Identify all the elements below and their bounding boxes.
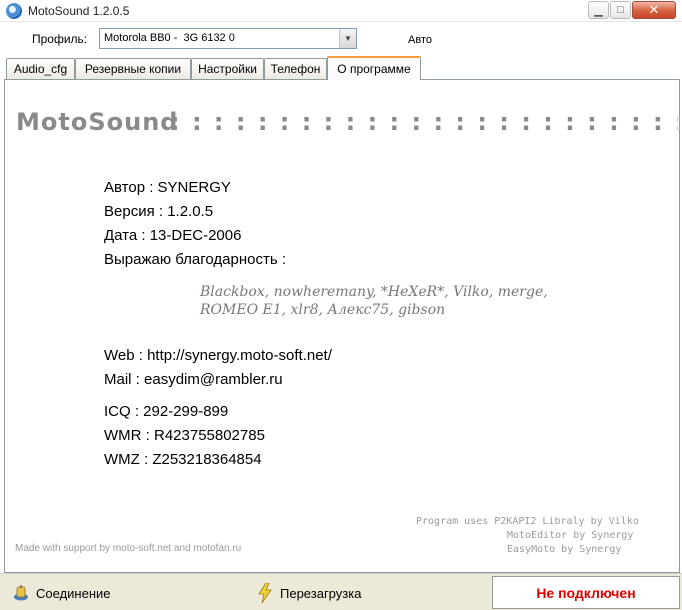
icq-text: ICQ : 292-299-899 <box>104 403 229 420</box>
tab-phone[interactable]: Телефон <box>264 58 327 79</box>
wmz-text: WMZ : Z253218364854 <box>104 451 262 468</box>
tab-label: Телефон <box>270 62 321 76</box>
wmr-text: WMR : R423755802785 <box>104 427 265 444</box>
minimize-button[interactable]: ▁ <box>588 1 609 19</box>
chevron-down-icon[interactable]: ▼ <box>339 29 356 48</box>
profile-label: Профиль: <box>32 32 88 46</box>
tab-label: О программе <box>337 62 411 76</box>
tab-audio-cfg[interactable]: Audio_cfg <box>6 58 75 79</box>
profile-select-value: Motorola BB0 - 3G 6132 0 <box>104 32 235 44</box>
tab-settings[interactable]: Настройки <box>191 58 264 79</box>
app-heading: MotoSound <box>16 108 179 136</box>
lightning-icon <box>258 583 272 603</box>
window-title: MotoSound 1.2.0.5 <box>28 4 130 18</box>
reboot-button[interactable]: Перезагрузка <box>258 578 361 608</box>
thanks-names-line-2: ROMEO E1, xlr8, Алекс75, gibson <box>200 302 446 318</box>
auto-label: Авто <box>408 34 432 46</box>
maximize-icon: □ <box>617 4 624 16</box>
author-text: Автор : SYNERGY <box>104 179 231 196</box>
tab-label: Настройки <box>198 62 257 76</box>
credits-line-3: EasyMoto by Synergy <box>507 544 622 555</box>
credits-line-1: Program uses P2KAPI2 Libraly by Vilko <box>416 516 639 527</box>
connect-button[interactable]: Соединение <box>12 578 111 608</box>
minimize-icon: ▁ <box>594 4 603 17</box>
close-button[interactable]: ✕ <box>632 1 676 19</box>
web-link[interactable]: Web : http://synergy.moto-soft.net/ <box>104 347 332 364</box>
thanks-names-line-1: Blackbox, nowheremany, *HeXeR*, Vilko, m… <box>200 284 548 300</box>
credits-line-2: MotoEditor by Synergy <box>507 530 634 541</box>
tab-backups[interactable]: Резервные копии <box>75 58 191 79</box>
app-icon <box>6 3 22 19</box>
heading-dots: : : : : : : : : : : : : : : : : : : : : … <box>170 108 678 136</box>
tab-about[interactable]: О программе <box>327 56 421 80</box>
date-text: Дата : 13-DEC-2006 <box>104 227 242 244</box>
profile-select[interactable]: Motorola BB0 - 3G 6132 0 ▼ <box>99 28 357 49</box>
about-panel <box>4 79 680 573</box>
connection-status: Не подключен <box>492 576 680 609</box>
tab-label: Audio_cfg <box>13 62 68 76</box>
mail-link[interactable]: Mail : easydim@rambler.ru <box>104 371 283 388</box>
title-bar: MotoSound 1.2.0.5 ▁ □ ✕ <box>0 0 682 22</box>
close-icon: ✕ <box>648 2 660 17</box>
status-bar: Соединение Перезагрузка Не подключен <box>0 573 682 610</box>
version-text: Версия : 1.2.0.5 <box>104 203 214 220</box>
thanks-label: Выражаю благодарность : <box>104 251 287 268</box>
connect-label: Соединение <box>36 585 111 601</box>
connection-icon <box>14 585 28 601</box>
support-text: Made with support by moto-soft.net and m… <box>15 543 242 554</box>
reboot-label: Перезагрузка <box>280 585 362 601</box>
tab-label: Резервные копии <box>84 62 182 76</box>
maximize-button[interactable]: □ <box>610 1 631 19</box>
